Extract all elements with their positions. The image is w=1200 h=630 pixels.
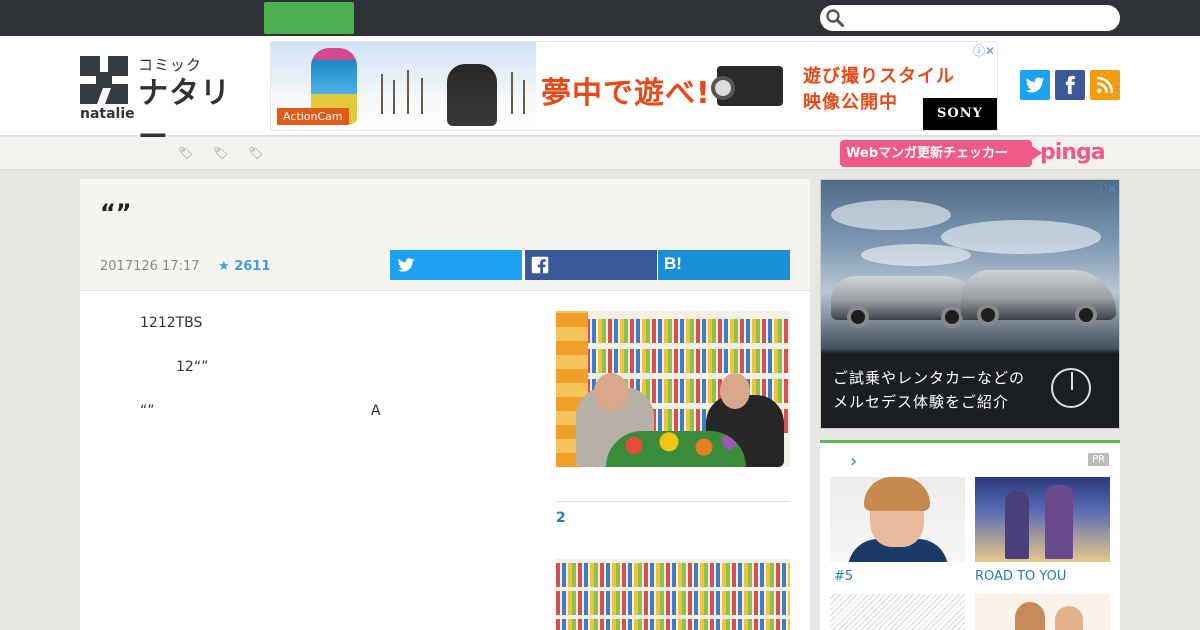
twitter-icon xyxy=(397,258,415,272)
rss-icon xyxy=(1096,76,1114,94)
search-icon[interactable] xyxy=(826,9,844,27)
tag-icon[interactable]: 🏷 xyxy=(178,147,193,159)
twitter-link[interactable] xyxy=(1020,70,1050,100)
share-twitter-button[interactable] xyxy=(390,250,522,280)
top-bar xyxy=(0,0,1200,36)
article: “” 2017126 17:17 ★ 2611 B! 1212TBS 12“” … xyxy=(80,179,810,630)
article-paragraph: 1212TBS xyxy=(140,315,203,331)
search-input[interactable] xyxy=(820,5,1120,31)
adchoices-icon[interactable]: ⓘ✕ xyxy=(1095,180,1117,197)
sidebar-recommend-box: › PR #5 ROAD TO YOU xyxy=(820,440,1120,630)
favorite-count[interactable]: ★ 2611 xyxy=(218,259,270,274)
sony-logo: SONY xyxy=(923,98,997,130)
divider xyxy=(556,501,790,502)
facebook-icon xyxy=(1065,75,1075,95)
share-hatena-button[interactable]: B! xyxy=(658,250,790,280)
adchoices-icon[interactable]: ⓘ✕ xyxy=(973,42,995,59)
green-button[interactable] xyxy=(264,2,354,34)
logo-mark xyxy=(80,56,128,104)
mercedes-logo xyxy=(1051,368,1091,408)
article-photo[interactable] xyxy=(556,559,790,630)
camera-image xyxy=(711,58,791,116)
logo-en-text: natalie xyxy=(80,106,135,122)
facebook-icon xyxy=(531,256,549,274)
article-date: 2017126 17:17 xyxy=(100,259,200,274)
ad-headline: 夢中で遊べ! xyxy=(541,76,711,111)
twitter-icon xyxy=(1025,77,1045,93)
hatena-icon: B! xyxy=(664,254,682,273)
article-photo[interactable] xyxy=(556,311,790,467)
share-facebook-button[interactable] xyxy=(525,250,657,280)
site-header: コミック ナタリー natalie ActionCam 夢中で遊べ! 遊び撮りス… xyxy=(0,36,1200,155)
sidebar-ad[interactable]: ご試乗やレンタカーなどの メルセデス体験をご紹介 ⓘ✕ xyxy=(820,179,1120,429)
ad-ski-photo: ActionCam xyxy=(271,42,536,130)
recommend-thumb[interactable] xyxy=(975,594,1110,630)
article-paragraph: 12“” xyxy=(176,359,209,375)
pr-badge: PR xyxy=(1088,453,1109,466)
tag-icon[interactable]: 🏷 xyxy=(213,147,228,159)
sidebar-ad-text: ご試乗やレンタカーなどの メルセデス体験をご紹介 xyxy=(833,369,1026,411)
chevron-right-icon[interactable]: › xyxy=(850,451,857,472)
site-logo[interactable]: コミック ナタリー natalie xyxy=(80,54,250,155)
article-paragraph: “” xyxy=(140,403,155,419)
recommend-label[interactable]: ROAD TO YOU xyxy=(975,569,1066,584)
article-title: “” xyxy=(100,199,132,227)
recommend-label[interactable]: #5 xyxy=(834,569,853,584)
star-icon: ★ xyxy=(218,259,230,274)
recommend-thumb[interactable] xyxy=(830,477,965,562)
facebook-link[interactable] xyxy=(1055,70,1085,100)
recommend-thumb[interactable] xyxy=(975,477,1110,562)
photo-count-link[interactable]: 2 xyxy=(556,510,566,526)
rss-link[interactable] xyxy=(1090,70,1120,100)
article-paragraph: A xyxy=(371,403,381,419)
tag-bar: 🏷 🏷 🏷 Webマンガ更新チェッカー pinga xyxy=(0,137,1200,170)
pinga-banner[interactable]: Webマンガ更新チェッカー pinga xyxy=(840,140,1120,167)
header-ad-banner[interactable]: ActionCam 夢中で遊べ! 遊び撮りスタイル 映像公開中 SONY ⓘ✕ xyxy=(270,41,998,131)
recommend-thumb[interactable] xyxy=(830,594,965,630)
tag-icon[interactable]: 🏷 xyxy=(248,147,263,159)
pinga-label: Webマンガ更新チェッカー xyxy=(840,140,1042,167)
article-header: “” 2017126 17:17 ★ 2611 B! xyxy=(80,179,810,291)
ad-tag: ActionCam xyxy=(277,108,349,125)
pinga-logo: pinga xyxy=(1040,140,1106,165)
